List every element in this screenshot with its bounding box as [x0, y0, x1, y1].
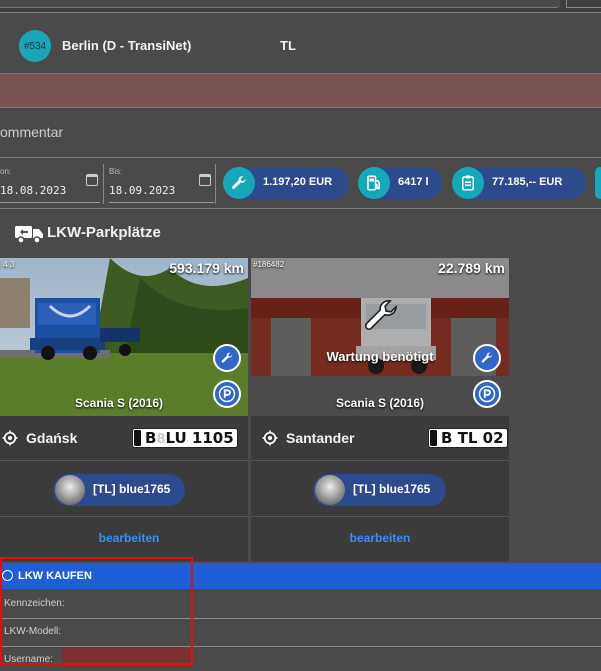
- location-pin-icon: [2, 430, 18, 451]
- date-to-label: Bis:: [109, 167, 123, 176]
- license-plate: B8LU 1105: [132, 428, 238, 448]
- separator: [215, 164, 216, 204]
- stat-value: 1.197,20 EUR: [263, 176, 333, 188]
- truck-mileage: 22.789 km: [438, 260, 505, 276]
- stat-value: 77.185,-- EUR: [492, 176, 563, 188]
- date-to-value: 18.09.2023: [109, 184, 176, 197]
- wrench-button[interactable]: [213, 344, 241, 372]
- truck-location-row: Gdańsk B8LU 1105: [0, 416, 248, 460]
- highlight-box: [0, 557, 193, 665]
- truck-card: #186482 22.789 km Wartung benötigt Scani…: [251, 258, 509, 561]
- edit-link[interactable]: bearbeiten: [251, 531, 509, 545]
- truck-location: Gdańsk: [26, 430, 78, 446]
- parking-title: LKW-Parkplätze: [47, 224, 161, 241]
- truck-photo: #1 4 3 593.179 km Scania S (2016): [0, 258, 248, 416]
- separator: [103, 164, 104, 204]
- date-from-field[interactable]: on: 18.08.2023: [0, 165, 100, 203]
- plate-number: LU 1105: [165, 429, 234, 447]
- divider: [0, 12, 601, 13]
- avatar: [315, 475, 345, 505]
- truck-icon: [14, 223, 44, 250]
- clipboard-icon: [452, 167, 484, 199]
- calendar-icon[interactable]: [86, 174, 98, 186]
- driver-pill[interactable]: [TL] blue1765: [53, 474, 185, 506]
- truck-id: #1 4 3: [0, 260, 15, 269]
- stat-value: 6417 l: [398, 176, 429, 188]
- driver-name: [TL] blue1765: [353, 482, 431, 496]
- company-number-badge: #534: [19, 30, 51, 62]
- parking-icon[interactable]: [213, 380, 241, 408]
- truck-location: Santander: [286, 430, 355, 446]
- stat-more: [595, 167, 601, 199]
- top-right-field[interactable]: [566, 0, 601, 8]
- truck-mileage: 593.179 km: [169, 260, 244, 276]
- date-from-label: on:: [0, 167, 12, 176]
- avatar: [55, 475, 85, 505]
- truck-edit-row: bearbeiten: [251, 516, 509, 561]
- location-pin-icon: [262, 430, 278, 451]
- truck-model: Scania S (2016): [335, 396, 425, 410]
- divider: [0, 107, 601, 108]
- truck-driver-row: [TL] blue1765: [251, 460, 509, 516]
- driver-pill[interactable]: [TL] blue1765: [313, 474, 446, 506]
- truck-card: #1 4 3 593.179 km Scania S (2016) Gdańsk…: [0, 258, 248, 561]
- wrench-icon: [223, 167, 255, 199]
- calendar-icon[interactable]: [199, 174, 211, 186]
- stat-revenue: 77.185,-- EUR: [452, 167, 586, 199]
- fuel-pump-icon: [358, 167, 390, 199]
- alert-band: [0, 74, 601, 107]
- stat-repair-costs: 1.197,20 EUR: [223, 167, 349, 199]
- divider: [0, 208, 601, 209]
- license-plate: B TL 02: [428, 428, 508, 448]
- plate-eu-band: [134, 430, 141, 446]
- divider: [0, 157, 601, 158]
- plate-prefix: B: [441, 429, 453, 447]
- top-input-strip: [0, 0, 601, 12]
- driver-name: [TL] blue1765: [93, 482, 171, 496]
- truck-edit-row: bearbeiten: [0, 516, 248, 561]
- company-tag: TL: [280, 38, 296, 53]
- wrench-button[interactable]: [473, 344, 501, 372]
- top-field[interactable]: [0, 0, 560, 8]
- maintenance-notice: Wartung benötigt: [326, 349, 434, 364]
- truck-location-row: Santander B TL 02: [251, 416, 509, 460]
- edit-link[interactable]: bearbeiten: [0, 531, 258, 545]
- parking-icon[interactable]: [473, 380, 501, 408]
- plate-prefix: B: [145, 429, 157, 447]
- stat-fuel: 6417 l: [358, 167, 442, 199]
- date-from-value: 18.08.2023: [0, 184, 67, 197]
- truck-id: #186482: [253, 260, 285, 269]
- plate-eu-band: [430, 430, 437, 446]
- maintenance-wrench-icon: [361, 296, 401, 341]
- company-name[interactable]: Berlin (D - TransiNet): [62, 38, 191, 53]
- truck-model: Scania S (2016): [74, 396, 164, 410]
- truck-photo: #186482 22.789 km Wartung benötigt Scani…: [251, 258, 509, 416]
- truck-driver-row: [TL] blue1765: [0, 460, 248, 516]
- plate-number: TL 02: [457, 429, 504, 447]
- comment-section-title: ommentar: [0, 124, 64, 140]
